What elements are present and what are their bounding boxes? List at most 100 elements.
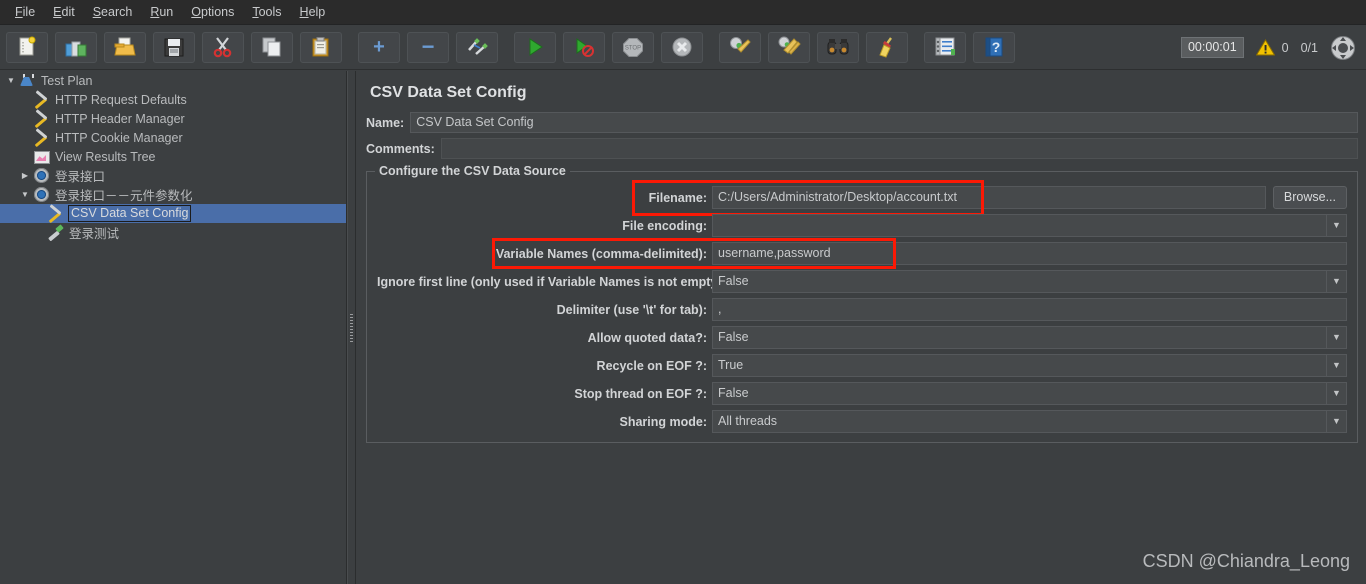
chevron-down-icon[interactable]: ▼: [4, 76, 18, 85]
menu-label: un: [159, 4, 174, 19]
wrench-icon: [32, 91, 51, 108]
allow-quoted-data-select[interactable]: False ▼: [712, 326, 1347, 349]
menu-file[interactable]: File: [6, 2, 44, 23]
menu-mnemonic: F: [15, 4, 23, 19]
chevron-down-icon[interactable]: ▼: [1326, 215, 1346, 236]
tree-node[interactable]: ▼ 登录接口－－元件参数化: [0, 185, 346, 204]
stop-icon[interactable]: STOP: [612, 31, 654, 63]
browse-button[interactable]: Browse...: [1272, 186, 1347, 209]
tree-node[interactable]: ▶ 登录接口: [0, 166, 346, 185]
paste-icon[interactable]: [300, 31, 342, 63]
menu-mnemonic: H: [299, 4, 309, 19]
ignore-first-line-select[interactable]: False ▼: [712, 270, 1347, 293]
menu-label: ools: [258, 4, 282, 19]
tree-node[interactable]: HTTP Request Defaults: [0, 90, 346, 109]
chevron-down-icon[interactable]: ▼: [18, 190, 32, 199]
menubar: File Edit Search Run Options Tools Help: [0, 0, 1366, 25]
cut-icon[interactable]: [202, 31, 244, 63]
stop-thread-on-eof-select[interactable]: False ▼: [712, 382, 1347, 405]
tree-node[interactable]: ▼ Test Plan: [0, 71, 346, 90]
menu-label: ile: [22, 4, 36, 19]
tree-node[interactable]: CSV Data Set Config: [0, 204, 346, 223]
menu-mnemonic: R: [150, 4, 160, 19]
menu-tools[interactable]: Tools: [243, 2, 290, 23]
ignore-first-line-value: False: [718, 274, 749, 288]
menu-options[interactable]: Options: [182, 2, 243, 23]
help-icon[interactable]: ?: [973, 31, 1015, 63]
field-row-stop-thread-on-eof: Stop thread on EOF ?: False ▼: [377, 382, 1347, 405]
field-row-delimiter: Delimiter (use '\t' for tab):,: [377, 298, 1347, 321]
panel-splitter[interactable]: [347, 71, 356, 584]
recycle-on-eof-select[interactable]: True ▼: [712, 354, 1347, 377]
menu-mnemonic: E: [53, 4, 62, 19]
search-reset-icon[interactable]: [866, 31, 908, 63]
tree-node[interactable]: View Results Tree: [0, 147, 346, 166]
chevron-down-icon[interactable]: ▼: [1326, 327, 1346, 348]
delimiter-input[interactable]: ,: [712, 298, 1347, 321]
copy-icon[interactable]: [251, 31, 293, 63]
toggle-icon[interactable]: [456, 31, 498, 63]
chevron-down-icon[interactable]: ▼: [1326, 271, 1346, 292]
tree-node-label: Test Plan: [41, 73, 93, 88]
delimiter-value: ,: [718, 302, 722, 316]
menu-edit[interactable]: Edit: [44, 2, 84, 23]
group-legend: Configure the CSV Data Source: [375, 164, 570, 178]
new-icon[interactable]: [6, 31, 48, 63]
expand-all-icon[interactable]: +: [358, 31, 400, 63]
warning-count: 0: [1281, 40, 1289, 55]
start-icon[interactable]: [514, 31, 556, 63]
name-label: Name:: [366, 115, 405, 130]
field-row-filename: Filename: C:/Users/Administrator/Desktop/…: [377, 180, 1347, 216]
tree-node-label: HTTP Header Manager: [55, 111, 185, 126]
tree-node[interactable]: HTTP Header Manager: [0, 109, 346, 128]
field-row-variable-names: Variable Names (comma-delimited): usernam…: [377, 238, 1347, 269]
function-helper-icon[interactable]: [924, 31, 966, 63]
name-input[interactable]: CSV Data Set Config: [410, 112, 1358, 133]
toolbar-status: 00:00:01 0 0/1: [1180, 25, 1356, 70]
menu-help[interactable]: Help: [291, 2, 335, 23]
comments-input[interactable]: [440, 138, 1358, 159]
comments-label: Comments:: [366, 141, 435, 156]
clear-icon[interactable]: [719, 31, 761, 63]
filename-input[interactable]: C:/Users/Administrator/Desktop/account.t…: [712, 186, 1266, 209]
field-row-recycle-on-eof: Recycle on EOF ?: True ▼: [377, 354, 1347, 377]
page-title: CSV Data Set Config: [370, 84, 527, 101]
splitter-grip: [350, 313, 353, 342]
search-icon[interactable]: [817, 31, 859, 63]
menu-search[interactable]: Search: [84, 2, 142, 23]
menu-label: ptions: [201, 4, 235, 19]
clear-all-icon[interactable]: [768, 31, 810, 63]
chevron-down-icon[interactable]: ▼: [1326, 355, 1346, 376]
file-encoding-select[interactable]: ▼: [712, 214, 1347, 237]
jmeter-window: File Edit Search Run Options Tools Help + − STOP…: [0, 0, 1366, 584]
chevron-right-icon[interactable]: ▶: [18, 171, 32, 180]
field-row-sharing-mode: Sharing mode: All threads ▼: [377, 410, 1347, 433]
thread-status-icon[interactable]: [1330, 35, 1356, 61]
tree-node[interactable]: 登录测试: [0, 223, 346, 242]
test-plan-tree[interactable]: ▼ Test Plan HTTP Request Defaults HTTP Head…: [0, 71, 347, 584]
sharing-mode-select[interactable]: All threads ▼: [712, 410, 1347, 433]
tree-node-label: HTTP Cookie Manager: [55, 130, 183, 145]
tree-node-label: 登录接口: [55, 170, 106, 184]
open-icon[interactable]: [104, 31, 146, 63]
field-row-allow-quoted-data: Allow quoted data?: False ▼: [377, 326, 1347, 349]
tree-node-label: 登录测试: [69, 227, 120, 241]
warning-indicator[interactable]: 0: [1255, 39, 1289, 56]
menu-label: elp: [308, 4, 326, 19]
stop-thread-on-eof-label: Stop thread on EOF ?:: [574, 386, 707, 401]
chevron-down-icon[interactable]: ▼: [1326, 383, 1346, 404]
templates-icon[interactable]: [55, 31, 97, 63]
chevron-down-icon[interactable]: ▼: [1326, 411, 1346, 432]
wrench-icon: [46, 205, 65, 222]
pipette-icon: [46, 224, 65, 241]
collapse-all-icon[interactable]: −: [407, 31, 449, 63]
tree-node-label: CSV Data Set Config: [68, 205, 192, 222]
name-row: Name: CSV Data Set Config: [366, 112, 1358, 133]
wrench-icon: [32, 129, 51, 146]
save-icon[interactable]: [153, 31, 195, 63]
variable-names-input[interactable]: username,password: [712, 242, 1347, 265]
start-no-pauses-icon[interactable]: [563, 31, 605, 63]
tree-node[interactable]: HTTP Cookie Manager: [0, 128, 346, 147]
shutdown-icon[interactable]: [661, 31, 703, 63]
menu-run[interactable]: Run: [141, 2, 182, 23]
